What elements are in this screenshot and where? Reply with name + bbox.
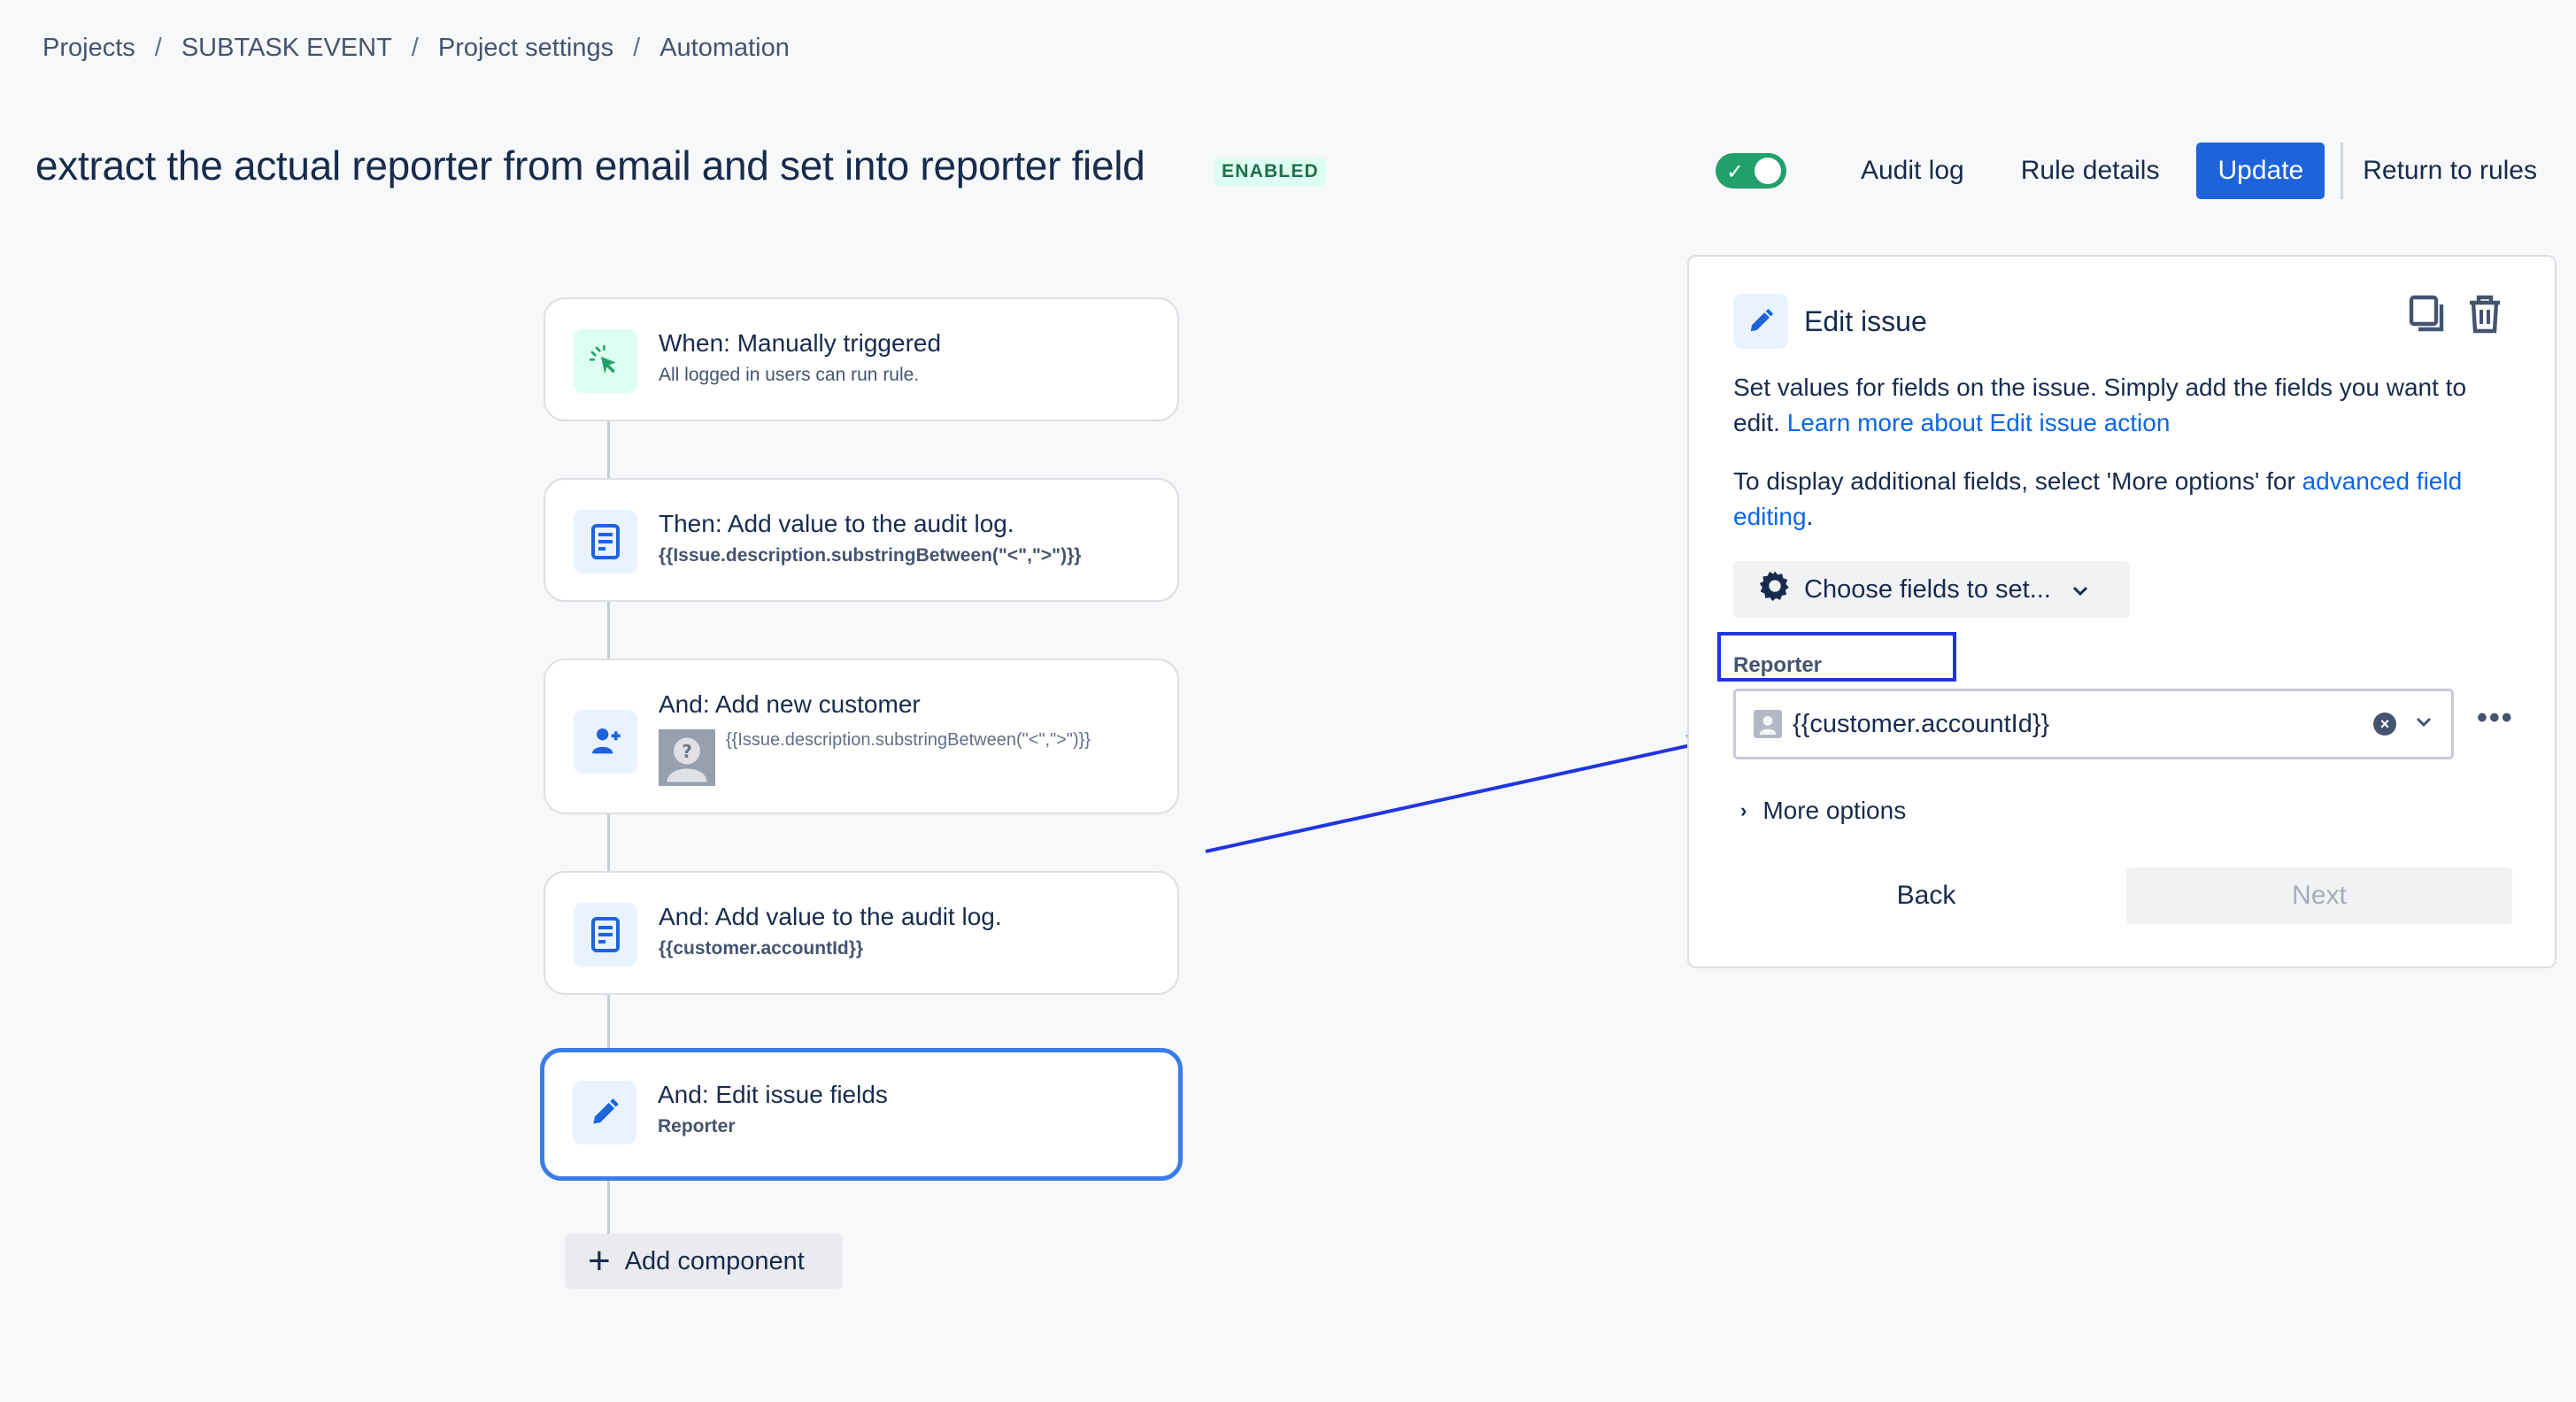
duplicate-icon[interactable] xyxy=(2408,294,2447,339)
divider xyxy=(2341,143,2344,199)
gear-icon xyxy=(1758,569,1792,610)
add-user-icon xyxy=(574,710,637,774)
add-component-label: Add component xyxy=(624,1246,805,1275)
next-button[interactable]: Next xyxy=(2126,867,2512,924)
rule-details-button[interactable]: Rule details xyxy=(1993,143,2188,199)
component-subtitle: Reporter xyxy=(658,1116,736,1136)
description2-end: . xyxy=(1806,503,1814,530)
component-title: Then: Add value to the audit log. xyxy=(659,510,1014,537)
component-title: And: Add new customer xyxy=(659,690,921,718)
component-subtitle: {{customer.accountId}} xyxy=(659,938,864,959)
chevron-right-icon: › xyxy=(1740,799,1747,821)
chevron-down-icon xyxy=(2071,575,2090,605)
panel-tools xyxy=(2408,294,2503,339)
rule-title[interactable]: extract the actual reporter from email a… xyxy=(35,142,1145,189)
more-options-label: More options xyxy=(1762,797,1907,824)
component-title: And: Edit issue fields xyxy=(658,1081,888,1108)
flow-connector xyxy=(607,1179,610,1234)
breadcrumb-separator: / xyxy=(633,34,641,62)
trash-icon[interactable] xyxy=(2466,294,2503,339)
flow-connector xyxy=(607,600,610,660)
flow-connector xyxy=(607,993,610,1052)
check-icon: ✓ xyxy=(1725,160,1745,184)
cursor-click-icon xyxy=(574,329,637,393)
component-subtitle: {{Issue.description.substringBetween("<"… xyxy=(659,545,1082,566)
customer-row: ? {{Issue.description.substringBetween("… xyxy=(659,729,1107,786)
component-card-add-customer[interactable]: And: Add new customer ? {{Issue.descript… xyxy=(544,659,1179,814)
panel-description: Set values for fields on the issue. Simp… xyxy=(1733,370,2512,441)
unknown-user-avatar: ? xyxy=(659,729,715,786)
component-title: And: Add value to the audit log. xyxy=(659,903,1002,930)
component-subtitle: {{Issue.description.substringBetween("<"… xyxy=(726,730,1091,750)
component-card-audit-log[interactable]: Then: Add value to the audit log. {{Issu… xyxy=(544,478,1179,602)
breadcrumb: Projects / SUBTASK EVENT / Project setti… xyxy=(42,34,790,63)
more-actions-icon[interactable]: ••• xyxy=(2477,701,2514,736)
user-avatar-icon xyxy=(1754,710,1782,738)
learn-more-link[interactable]: Learn more about Edit issue action xyxy=(1787,409,2171,436)
panel-header: Edit issue xyxy=(1733,294,1927,349)
breadcrumb-separator: / xyxy=(411,34,419,62)
rule-enabled-toggle[interactable]: ✓ xyxy=(1715,153,1786,189)
header-actions: ✓ Audit log Rule details Update Return t… xyxy=(1715,142,2537,200)
more-options-toggle[interactable]: › More options xyxy=(1740,797,1906,825)
breadcrumb-automation[interactable]: Automation xyxy=(659,34,790,63)
document-icon xyxy=(574,903,637,967)
update-button[interactable]: Update xyxy=(2196,143,2325,199)
component-title: When: Manually triggered xyxy=(659,329,942,357)
choose-fields-label: Choose fields to set... xyxy=(1804,574,2051,604)
component-card-edit-issue[interactable]: And: Edit issue fields Reporter xyxy=(540,1048,1183,1181)
status-badge: ENABLED xyxy=(1215,158,1326,186)
pencil-icon xyxy=(573,1081,636,1144)
edit-issue-panel: Edit issue Set values for fields on the … xyxy=(1687,255,2557,968)
panel-description-advanced: To display additional fields, select 'Mo… xyxy=(1733,464,2512,535)
svg-text:?: ? xyxy=(682,741,692,762)
flow-connector xyxy=(607,420,610,480)
reporter-value: {{customer.accountId}} xyxy=(1793,709,2050,738)
breadcrumb-projects[interactable]: Projects xyxy=(42,34,135,63)
flow-connector xyxy=(607,813,610,873)
plus-icon: + xyxy=(588,1239,611,1283)
breadcrumb-project-settings[interactable]: Project settings xyxy=(438,34,613,63)
add-component-button[interactable]: + Add component xyxy=(565,1234,843,1289)
reporter-field-label: Reporter xyxy=(1733,653,1823,677)
choose-fields-button[interactable]: Choose fields to set... xyxy=(1733,561,2130,618)
component-card-trigger[interactable]: When: Manually triggered All logged in u… xyxy=(544,297,1179,421)
return-to-rules-button[interactable]: Return to rules xyxy=(2363,143,2537,199)
clear-icon[interactable]: × xyxy=(2373,713,2396,736)
breadcrumb-separator: / xyxy=(154,34,162,62)
component-subtitle: All logged in users can run rule. xyxy=(659,365,920,385)
pencil-icon xyxy=(1733,294,1788,349)
chevron-down-icon[interactable] xyxy=(2414,716,2433,733)
breadcrumb-project[interactable]: SUBTASK EVENT xyxy=(181,34,392,63)
component-card-audit-log[interactable]: And: Add value to the audit log. {{custo… xyxy=(544,871,1179,995)
reporter-select[interactable]: {{customer.accountId}} × xyxy=(1733,689,2454,759)
audit-log-button[interactable]: Audit log xyxy=(1832,143,1993,199)
panel-title: Edit issue xyxy=(1804,304,1927,337)
document-icon xyxy=(574,510,637,574)
back-button[interactable]: Back xyxy=(1733,867,2119,924)
description2-text: To display additional fields, select 'Mo… xyxy=(1733,467,2302,495)
toggle-knob xyxy=(1754,158,1781,184)
